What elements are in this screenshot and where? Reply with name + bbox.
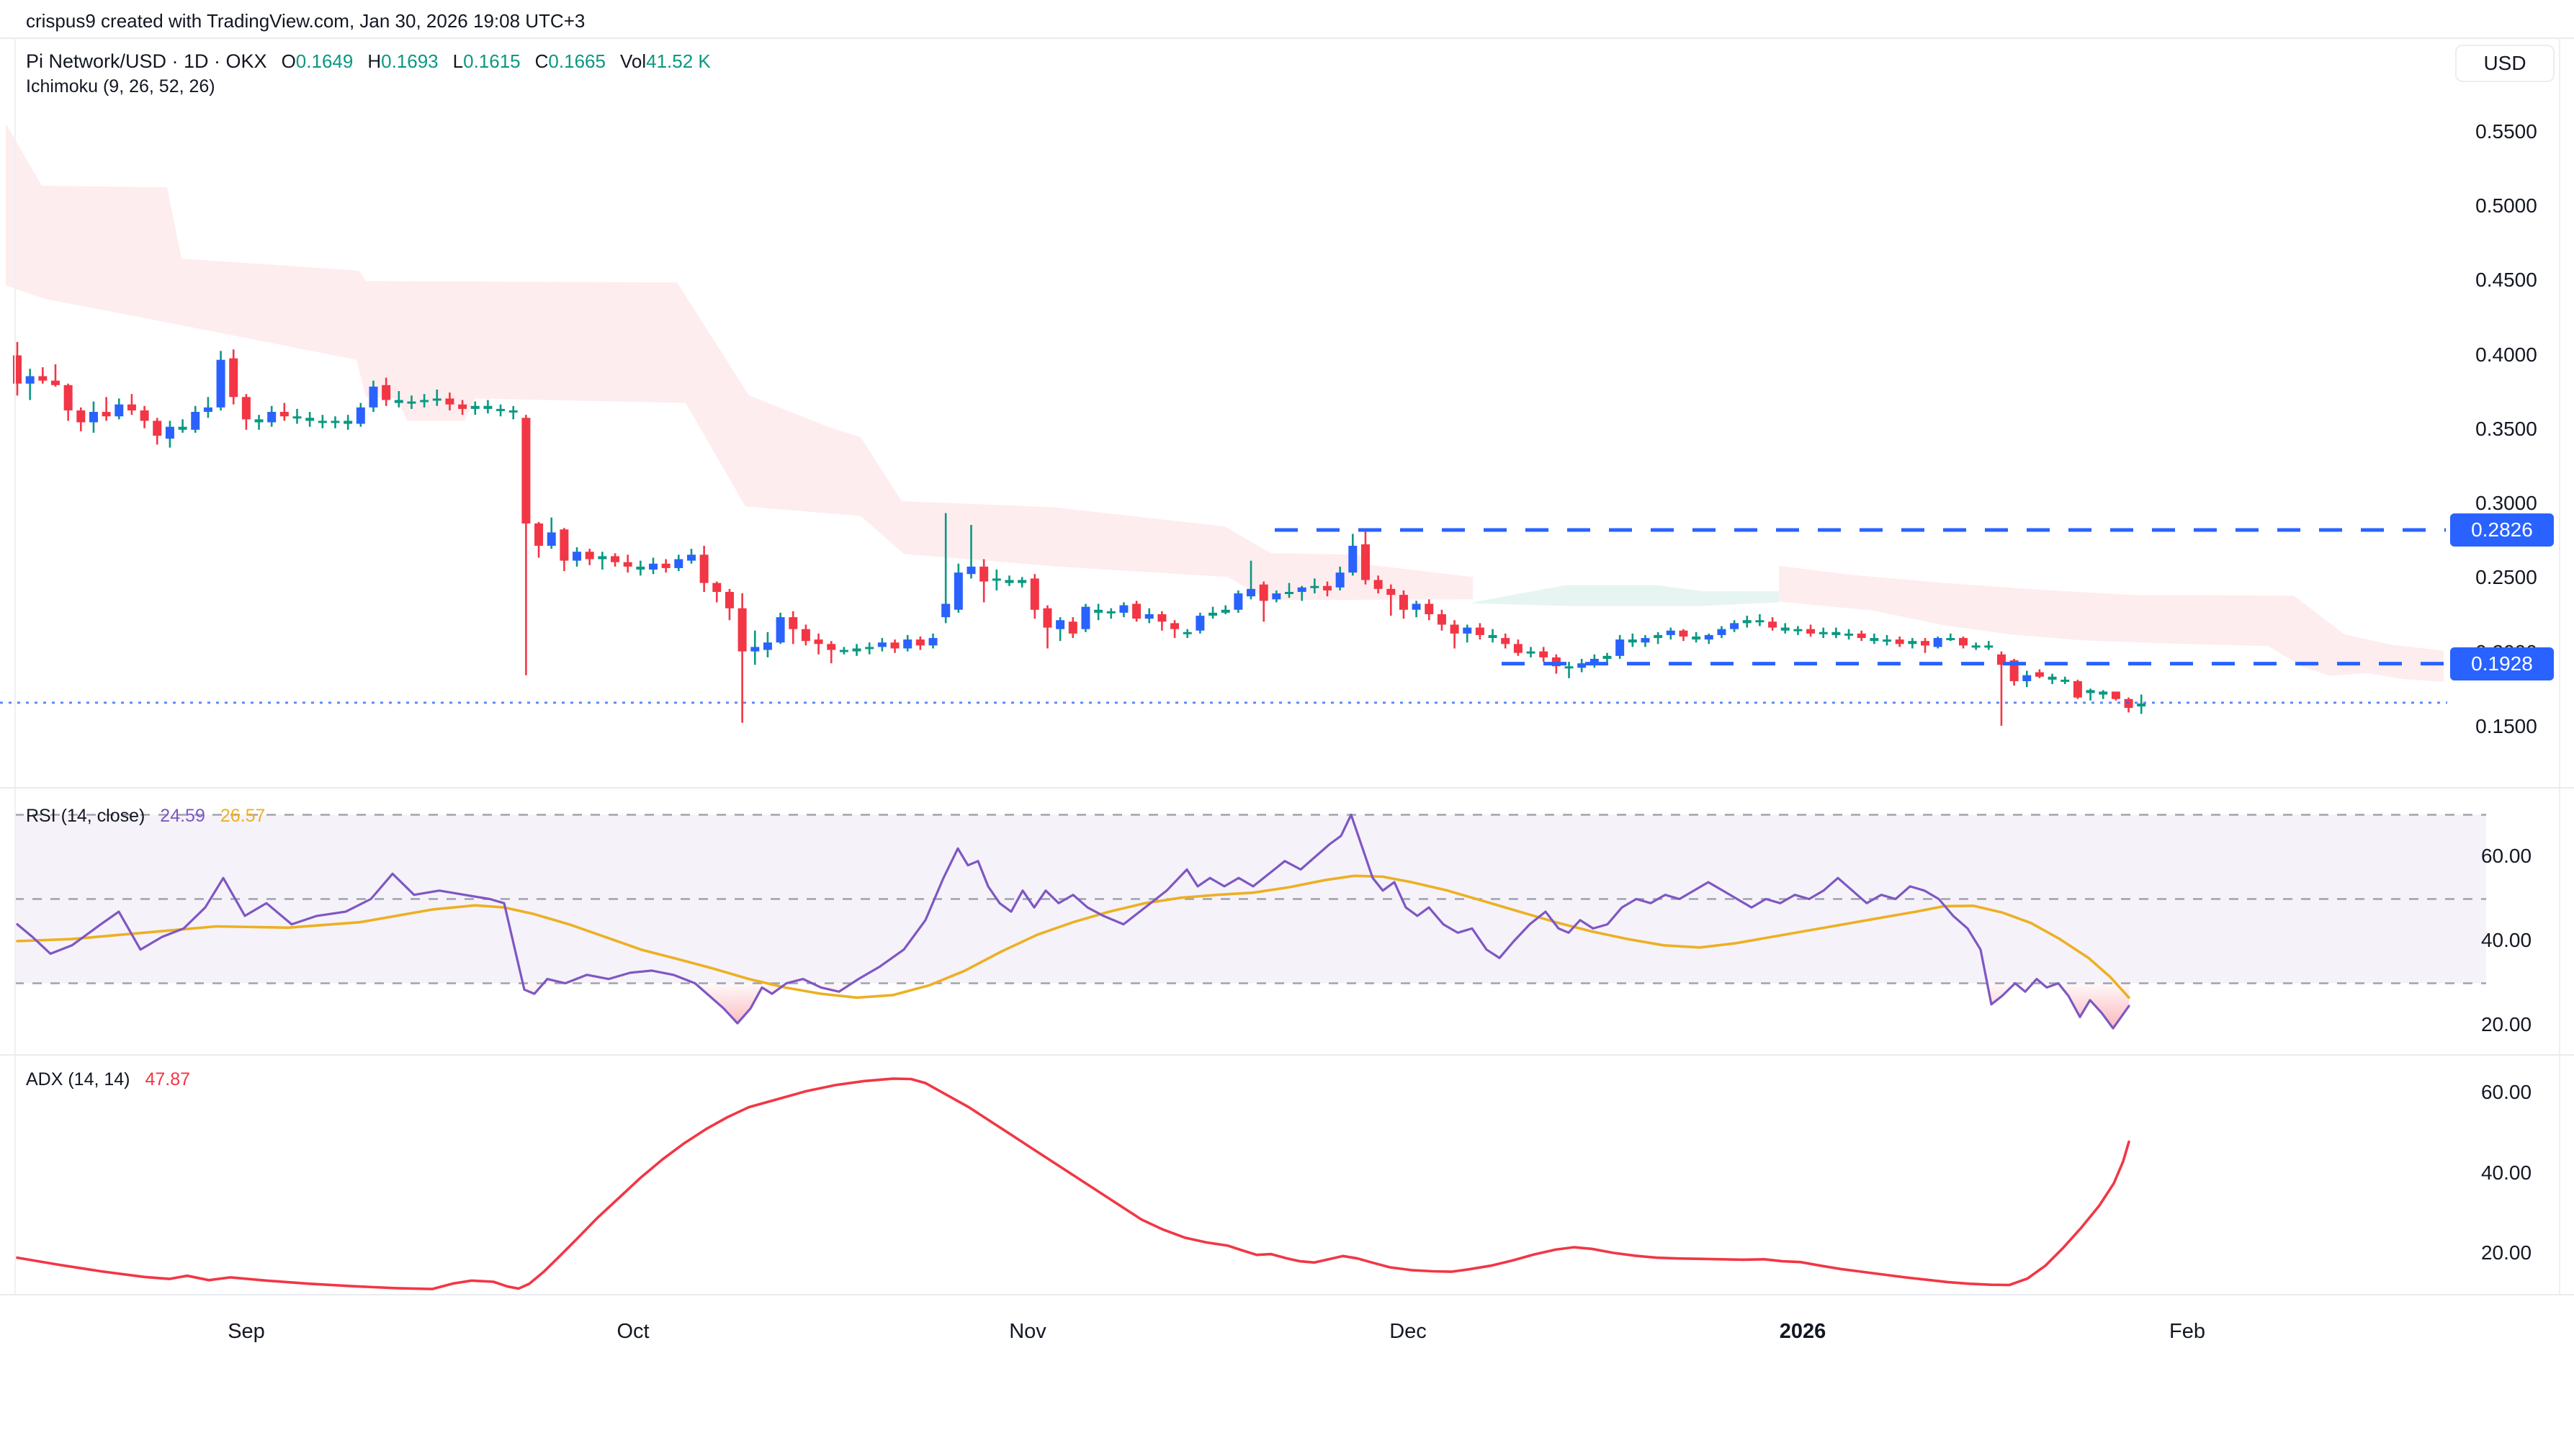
- time-tick-label: 2026: [1780, 1320, 1826, 1344]
- adx-tick-label: 40.00: [2452, 1161, 2561, 1185]
- open-label: O: [282, 50, 296, 72]
- price-pane-canvas[interactable]: [0, 37, 2574, 787]
- adx-value: 47.87: [145, 1069, 190, 1089]
- attribution-bar: crispus9 created with TradingView.com, J…: [0, 0, 2574, 37]
- rsi-legend[interactable]: RSI (14, close) 24.59 26.57: [26, 806, 265, 827]
- low-value: 0.1615: [463, 50, 521, 72]
- attribution-text: crispus9 created with TradingView.com, J…: [26, 10, 585, 32]
- footer: TradingView: [0, 1370, 2574, 1456]
- time-axis-divider: [0, 1294, 2574, 1295]
- rsi-oversold-fill: [695, 984, 786, 1024]
- symbol-title[interactable]: Pi Network/USD · 1D · OKX: [26, 50, 267, 72]
- level-price-label[interactable]: 0.2826: [2450, 513, 2554, 547]
- time-tick-label: Nov: [1009, 1320, 1046, 1344]
- price-tick-label: 0.5000: [2452, 194, 2561, 217]
- price-tick-label: 0.4000: [2452, 343, 2561, 367]
- adx-tick-label: 60.00: [2452, 1081, 2561, 1104]
- price-tick-label: 0.4500: [2452, 269, 2561, 292]
- rsi-value: 24.59: [160, 806, 205, 826]
- adx-line: [17, 1079, 2129, 1289]
- adx-tick-label: 20.00: [2452, 1241, 2561, 1264]
- volume-label: Vol: [620, 50, 646, 72]
- rsi-tick-label: 40.00: [2452, 929, 2561, 952]
- rsi-tick-label: 20.00: [2452, 1013, 2561, 1036]
- time-tick-label: Dec: [1389, 1320, 1427, 1344]
- pane-divider-rsi[interactable]: [0, 787, 2574, 788]
- price-tick-label: 0.3500: [2452, 418, 2561, 441]
- time-tick-label: Feb: [2169, 1320, 2205, 1344]
- high-value: 0.1693: [381, 50, 439, 72]
- symbol-legend[interactable]: Pi Network/USD · 1D · OKX O0.1649 H0.1693 L…: [26, 50, 711, 73]
- price-tick-label: 0.1500: [2452, 715, 2561, 738]
- adx-pane-canvas[interactable]: [0, 1054, 2574, 1294]
- level-price-label[interactable]: 0.1928: [2450, 647, 2554, 680]
- ichimoku-legend[interactable]: Ichimoku (9, 26, 52, 26): [26, 76, 215, 97]
- close-label: C: [535, 50, 549, 72]
- currency-button[interactable]: USD: [2455, 45, 2555, 82]
- rsi-tick-label: 60.00: [2452, 845, 2561, 868]
- adx-legend[interactable]: ADX (14, 14) 47.87: [26, 1069, 190, 1090]
- time-axis[interactable]: Sep Oct Nov Dec 2026 Feb: [0, 1294, 2574, 1370]
- adx-label: ADX (14, 14): [26, 1069, 130, 1089]
- ichimoku-label: Ichimoku (9, 26, 52, 26): [26, 76, 215, 96]
- high-label: H: [367, 50, 381, 72]
- rsi-pane-canvas[interactable]: [0, 787, 2574, 1054]
- rsi-band-fill: [14, 815, 2486, 984]
- volume-value: 41.52 K: [646, 50, 711, 72]
- price-tick-label: 0.5500: [2452, 120, 2561, 143]
- rsi-label: RSI (14, close): [26, 806, 145, 826]
- plot-left-edge: [14, 37, 16, 1294]
- open-value: 0.1649: [296, 50, 354, 72]
- price-axis[interactable]: USD 0.5500 0.5000 0.4500 0.4000 0.3500 0.3000…: [2446, 0, 2574, 1370]
- price-tick-label: 0.3000: [2452, 492, 2561, 515]
- low-label: L: [453, 50, 463, 72]
- time-tick-label: Sep: [228, 1320, 265, 1344]
- rsi-ma-value: 26.57: [220, 806, 266, 826]
- tradingview-chart-window: crispus9 created with TradingView.com, J…: [0, 0, 2574, 1456]
- close-value: 0.1665: [548, 50, 606, 72]
- pane-divider-adx[interactable]: [0, 1054, 2574, 1056]
- price-tick-label: 0.2500: [2452, 566, 2561, 589]
- time-tick-label: Oct: [616, 1320, 649, 1344]
